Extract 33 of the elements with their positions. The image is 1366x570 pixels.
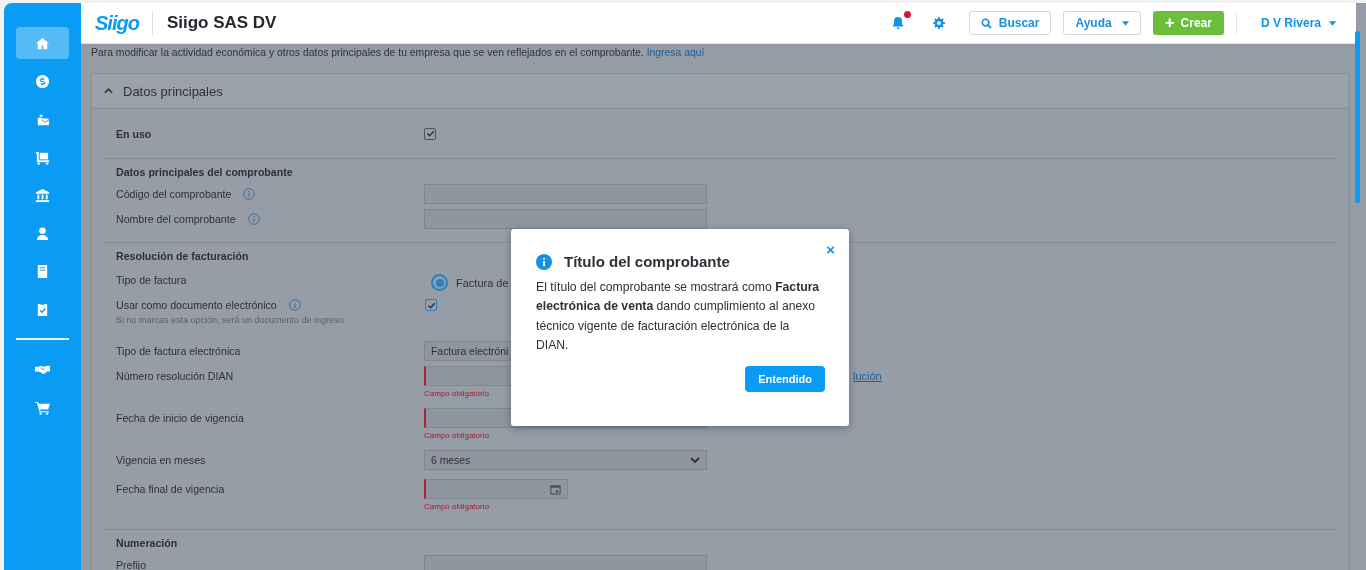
field-label: Fecha de inicio de vigencia xyxy=(116,412,244,424)
search-button[interactable]: Buscar xyxy=(968,11,1052,35)
field-label: Número resolución DIAN xyxy=(116,370,234,382)
error-message: Campo obligatorio xyxy=(424,431,489,440)
section-title: Numeración xyxy=(116,537,178,549)
dialog-title: Título del comprobante xyxy=(564,253,730,270)
panel-header[interactable]: Datos principales xyxy=(92,74,1348,109)
resolution-link[interactable]: lución xyxy=(853,370,882,382)
notice-text: Para modificar la actividad económica y otros datos principales de tu empresa que se ven reflejados en el comprobante. Ingresa aquí xyxy=(91,46,706,59)
error-message: Campo obligatorio xyxy=(424,502,489,511)
field-label: Fecha final de vigencia xyxy=(116,483,225,495)
create-button[interactable]: + Crear xyxy=(1152,11,1224,35)
error-message: Campo obligatorio xyxy=(424,389,489,398)
panel-title: Datos principales xyxy=(123,83,223,99)
company-name: Siigo SAS DV xyxy=(166,13,277,33)
field-label: En uso xyxy=(116,127,153,140)
section-title: Datos principales del comprobante xyxy=(116,166,293,178)
field-label: Tipo de factura electrónica xyxy=(116,345,241,357)
field-label: Código del comprobante xyxy=(116,188,232,200)
radio-option[interactable]: Factura de xyxy=(431,274,509,291)
notice-link[interactable]: Ingresa aquí xyxy=(646,47,705,58)
field-label: Vigencia en meses xyxy=(116,454,206,466)
logo[interactable]: Siigo xyxy=(95,11,153,35)
help-button[interactable]: Ayuda xyxy=(1063,11,1141,35)
field-label: Usar como documento electrónico xyxy=(116,299,277,311)
section-title: Resolución de facturación xyxy=(116,250,249,262)
dialog-message: El título del comprobante se mostrará como Factura electrónica de venta dando cumplimiento al anexo técnico vigente de facturación electrónica de la DIAN. xyxy=(536,279,821,355)
field-label: Tipo de factura xyxy=(116,274,187,286)
select-field[interactable]: 6 meses xyxy=(424,450,707,470)
close-button[interactable]: × xyxy=(826,241,835,259)
user-menu[interactable]: D V Rivera xyxy=(1260,16,1336,30)
field-label: Nombre del comprobante xyxy=(116,213,236,225)
understood-button[interactable]: Entendido xyxy=(745,365,825,392)
